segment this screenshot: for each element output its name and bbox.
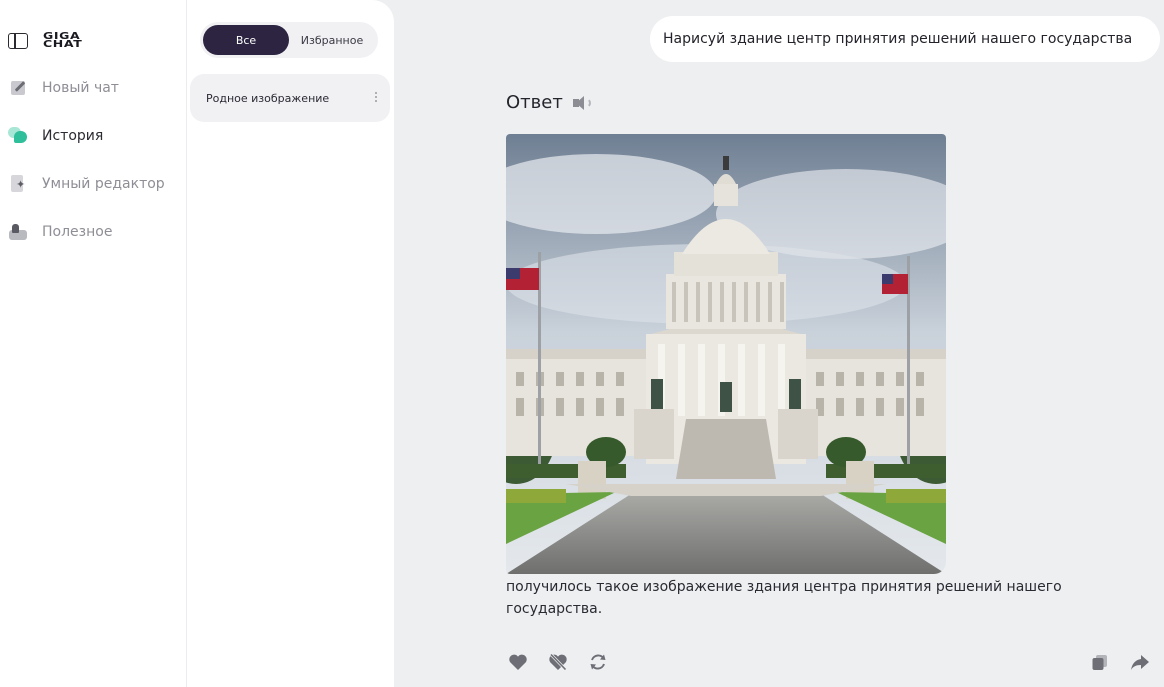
user-message: Нарисуй здание центр принятия решений на… <box>650 16 1160 62</box>
sparkle-document-icon <box>8 174 28 194</box>
sidebar-toggle-icon[interactable] <box>8 33 28 49</box>
app-logo[interactable]: GIGA CHAT <box>43 32 83 50</box>
dislike-button[interactable] <box>547 651 569 673</box>
nav-new-chat[interactable]: Новый чат <box>8 76 119 100</box>
history-item[interactable]: Родное изображение <box>190 74 390 122</box>
chat-bubbles-icon <box>8 126 28 146</box>
copy-button[interactable] <box>1089 651 1111 673</box>
nav-useful-label: Полезное <box>42 224 113 240</box>
generated-image[interactable] <box>506 134 946 574</box>
like-button[interactable] <box>507 651 529 673</box>
answer-title: Ответ <box>506 92 563 113</box>
nav-new-chat-label: Новый чат <box>42 80 119 96</box>
nav-smart-editor-label: Умный редактор <box>42 176 165 192</box>
sidebar-divider <box>186 0 187 687</box>
history-filter: Все Избранное <box>200 22 378 58</box>
nav-useful[interactable]: Полезное <box>8 220 112 244</box>
capitol-illustration <box>506 134 946 574</box>
logo-line-2: CHAT <box>43 39 83 50</box>
share-arrow-icon <box>1131 655 1149 670</box>
share-button[interactable] <box>1129 651 1151 673</box>
filter-all-button[interactable]: Все <box>203 25 289 55</box>
answer-header: Ответ <box>506 92 593 113</box>
more-options-icon[interactable] <box>375 92 378 104</box>
user-message-text: Нарисуй здание центр принятия решений на… <box>663 31 1133 47</box>
heart-icon <box>509 654 527 670</box>
nav-history[interactable]: История <box>8 124 103 148</box>
nav-smart-editor[interactable]: Умный редактор <box>8 172 165 196</box>
logo-row: GIGA CHAT <box>8 30 82 52</box>
nav-history-label: История <box>42 128 104 144</box>
refresh-icon <box>590 654 606 670</box>
history-item-title: Родное изображение <box>206 91 330 105</box>
speaker-icon[interactable] <box>571 94 593 112</box>
answer-text: получилось такое изображение здания цент… <box>506 579 1062 617</box>
copy-icon <box>1092 655 1107 670</box>
regenerate-button[interactable] <box>587 651 609 673</box>
pencil-icon <box>8 78 28 98</box>
toolbox-icon <box>8 222 28 242</box>
filter-favorites-button[interactable]: Избранное <box>289 25 375 55</box>
heart-off-icon <box>549 653 567 671</box>
